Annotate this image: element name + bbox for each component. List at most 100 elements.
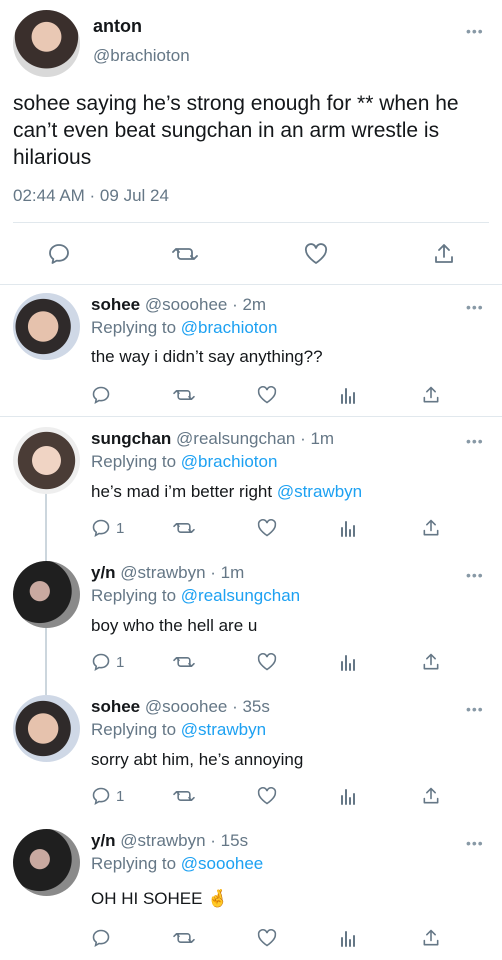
reply-header: y/n @strawbyn · 15s	[91, 831, 248, 851]
analytics-button[interactable]	[338, 518, 358, 538]
author-handle[interactable]: @brachioton	[93, 46, 190, 66]
reply-text: sorry abt him, he’s annoying	[91, 750, 304, 769]
analytics-icon	[338, 518, 358, 538]
retweet-icon	[171, 242, 199, 266]
like-button[interactable]	[256, 928, 278, 948]
like-button[interactable]	[256, 786, 278, 806]
author-name[interactable]: y/n	[91, 563, 116, 582]
replying-to-link[interactable]: @strawbyn	[181, 720, 266, 739]
replying-to-link[interactable]: @brachioton	[181, 318, 278, 337]
reply-count: 1	[116, 787, 125, 805]
reply-button[interactable]	[47, 242, 71, 266]
analytics-icon	[338, 928, 358, 948]
avatar[interactable]	[13, 427, 80, 494]
analytics-button[interactable]	[338, 652, 358, 672]
reply-header: sohee @sooohee · 2m	[91, 295, 266, 315]
tweet-timestamp[interactable]: 02:44 AM · 09 Jul 24	[13, 186, 169, 206]
reply-text: the way i didn’t say anything??	[91, 347, 323, 366]
retweet-button[interactable]	[171, 242, 199, 266]
more-icon[interactable]: •••	[466, 702, 486, 716]
share-icon	[421, 652, 441, 672]
author-meta[interactable]: @strawbyn · 15s	[120, 831, 248, 850]
replying-to: Replying to @strawbyn	[91, 720, 266, 740]
reply-icon	[47, 242, 71, 266]
reply-icon	[91, 385, 111, 405]
like-button[interactable]	[256, 652, 278, 672]
share-button[interactable]	[421, 385, 441, 405]
author-name[interactable]: anton	[93, 16, 142, 37]
avatar[interactable]	[13, 829, 80, 896]
replying-to-link[interactable]: @realsungchan	[181, 586, 300, 605]
author-name[interactable]: sungchan	[91, 429, 171, 448]
replying-label: Replying to	[91, 586, 181, 605]
author-name[interactable]: sohee	[91, 295, 140, 314]
reply-button[interactable]	[91, 385, 116, 405]
analytics-button[interactable]	[338, 786, 358, 806]
reply-icon	[91, 928, 111, 948]
retweet-button[interactable]	[172, 518, 196, 538]
share-icon	[421, 928, 441, 948]
reply-button[interactable]: 1	[91, 518, 124, 538]
replying-to-link[interactable]: @brachioton	[181, 452, 278, 471]
like-icon	[303, 242, 329, 266]
analytics-button[interactable]	[338, 928, 358, 948]
avatar[interactable]	[13, 695, 80, 762]
share-button[interactable]	[421, 652, 441, 672]
main-tweet: anton @brachioton ••• sohee saying he’s …	[0, 0, 502, 285]
share-button[interactable]	[432, 242, 456, 266]
replying-to-link[interactable]: @sooohee	[181, 854, 264, 873]
share-icon	[421, 518, 441, 538]
mention-link[interactable]: @strawbyn	[277, 482, 362, 501]
reply-button[interactable]: 1	[91, 786, 124, 806]
share-icon	[421, 786, 441, 806]
author-meta[interactable]: @strawbyn · 1m	[120, 563, 244, 582]
tweet-text: sohee saying he’s strong enough for ** w…	[13, 92, 459, 169]
author-name[interactable]: y/n	[91, 831, 116, 850]
reply-tweet: sohee @sooohee · 2m ••• Replying to @bra…	[0, 285, 502, 415]
reply-tweet: sohee @sooohee · 35s ••• Replying to @st…	[0, 685, 502, 815]
avatar[interactable]	[13, 293, 80, 360]
like-button[interactable]	[303, 242, 329, 266]
avatar[interactable]	[13, 561, 80, 628]
reply-header: y/n @strawbyn · 1m	[91, 563, 244, 583]
share-icon	[421, 385, 441, 405]
share-button[interactable]	[421, 786, 441, 806]
more-icon[interactable]: •••	[466, 434, 486, 448]
author-meta[interactable]: @realsungchan · 1m	[176, 429, 334, 448]
reply-tweet: y/n @strawbyn · 15s ••• Replying to @soo…	[0, 819, 502, 960]
share-button[interactable]	[421, 518, 441, 538]
like-icon	[256, 518, 278, 538]
replying-to: Replying to @brachioton	[91, 452, 277, 472]
like-icon	[256, 786, 278, 806]
author-meta[interactable]: @sooohee · 2m	[145, 295, 266, 314]
like-icon	[256, 928, 278, 948]
retweet-button[interactable]	[172, 786, 196, 806]
reply-icon	[91, 518, 111, 538]
reply-button[interactable]: 1	[91, 652, 124, 672]
avatar[interactable]	[13, 10, 80, 77]
reply-header: sungchan @realsungchan · 1m	[91, 429, 334, 449]
retweet-button[interactable]	[172, 928, 196, 948]
author-name[interactable]: sohee	[91, 697, 140, 716]
reply-tweet: y/n @strawbyn · 1m ••• Replying to @real…	[0, 551, 502, 681]
more-icon[interactable]: •••	[466, 300, 486, 314]
retweet-button[interactable]	[172, 652, 196, 672]
analytics-button[interactable]	[338, 385, 358, 405]
retweet-button[interactable]	[172, 385, 196, 405]
reply-button[interactable]	[91, 928, 116, 948]
reply-text: he’s mad i’m better right @strawbyn	[91, 482, 362, 502]
retweet-icon	[172, 652, 196, 672]
author-meta[interactable]: @sooohee · 35s	[145, 697, 270, 716]
share-button[interactable]	[421, 928, 441, 948]
more-icon[interactable]: •••	[466, 568, 486, 582]
replying-label: Replying to	[91, 452, 181, 471]
replying-to: Replying to @realsungchan	[91, 586, 300, 606]
reply-icon	[91, 652, 111, 672]
more-icon[interactable]: •••	[466, 836, 486, 850]
like-button[interactable]	[256, 385, 278, 405]
reply-tweet: sungchan @realsungchan · 1m ••• Replying…	[0, 417, 502, 547]
replying-to: Replying to @brachioton	[91, 318, 277, 338]
like-button[interactable]	[256, 518, 278, 538]
reply-icon	[91, 786, 111, 806]
more-icon[interactable]: •••	[466, 24, 486, 38]
